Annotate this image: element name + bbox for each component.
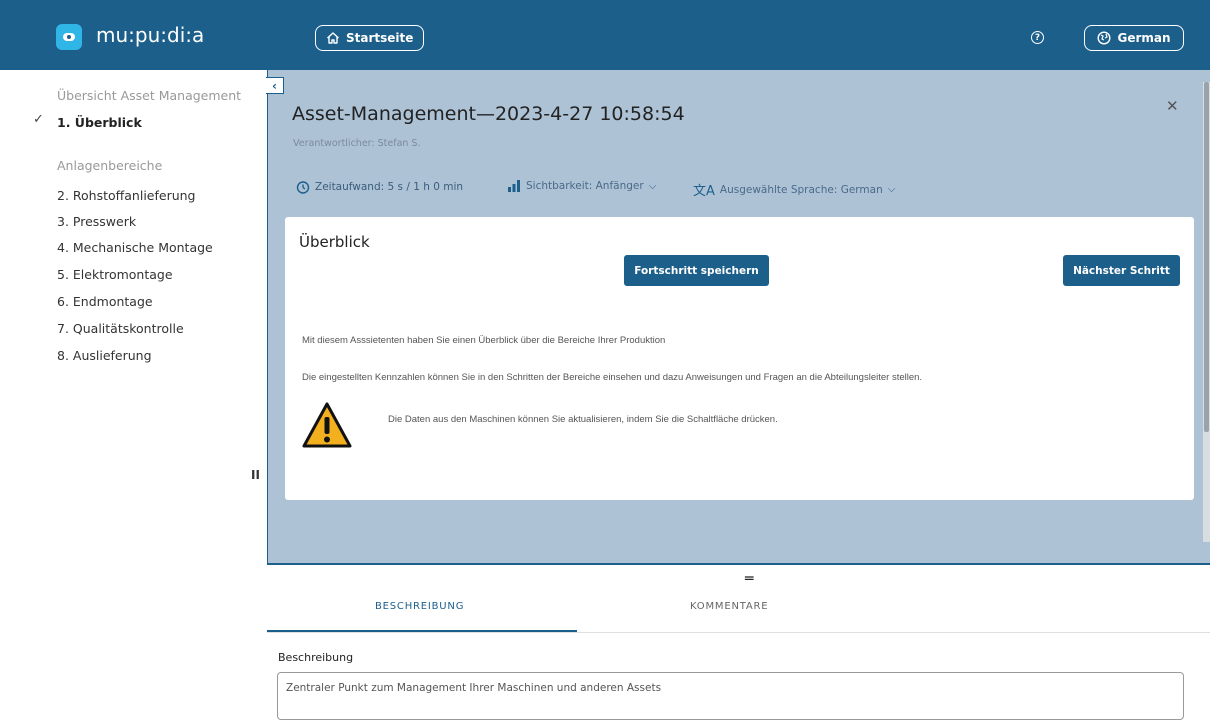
intro-text: Mit diesem Asssietenten haben Sie einen … — [302, 335, 666, 346]
visibility-dropdown[interactable]: Sichtbarkeit: Anfänger ⌵ — [507, 180, 656, 192]
tab-divider — [267, 632, 1210, 633]
language-dropdown[interactable]: 文A Ausgewählte Sprache: German ⌵ — [693, 180, 896, 200]
sidebar-item-presswerk[interactable]: 3. Presswerk — [57, 214, 136, 229]
brand-name[interactable]: mu:pu:di:a — [96, 23, 204, 47]
time-effort-label: Zeitaufwand: 5 s / 1 h 0 min — [315, 181, 464, 193]
chevron-down-icon: ⌵ — [648, 180, 657, 192]
help-icon[interactable]: ? — [1031, 31, 1044, 44]
language-label: German — [1117, 31, 1171, 45]
scrollbar-thumb[interactable] — [1204, 82, 1209, 432]
home-icon — [327, 32, 339, 44]
timer-icon — [296, 181, 310, 194]
top-bar: mu:pu:di:a Startseite ? German — [0, 0, 1210, 70]
sidebar-item-elektromontage[interactable]: 5. Elektromontage — [57, 267, 173, 282]
home-label: Startseite — [346, 31, 414, 45]
language-button[interactable]: German — [1084, 25, 1184, 51]
visibility-label: Sichtbarkeit: Anfänger — [526, 180, 644, 192]
warning-icon — [302, 402, 352, 448]
sidebar-section-label: Anlagenbereiche — [57, 158, 163, 173]
translate-icon: 文A — [693, 184, 715, 199]
next-step-button[interactable]: Nächster Schritt — [1063, 255, 1180, 286]
home-button[interactable]: Startseite — [315, 25, 425, 51]
card-heading: Überblick — [299, 233, 370, 251]
signal-bars-icon — [508, 180, 520, 192]
sidebar-item-qualitaetskontrolle[interactable]: 7. Qualitätskontrolle — [57, 321, 184, 336]
split-divider — [267, 563, 1210, 565]
machine-data-text: Die Daten aus den Maschinen können Sie a… — [388, 414, 778, 425]
sidebar: Übersicht Asset Management ✓ 1. Überblic… — [0, 70, 264, 713]
sidebar-resize-handle[interactable]: II — [251, 468, 260, 482]
selected-language-label: Ausgewählte Sprache: German — [719, 183, 883, 196]
sidebar-item-endmontage[interactable]: 6. Endmontage — [57, 294, 153, 309]
kpi-text: Die eingestellten Kennzahlen können Sie … — [302, 372, 923, 383]
tab-description[interactable]: BESCHREIBUNG — [375, 601, 464, 612]
sidebar-item-mechanische-montage[interactable]: 4. Mechanische Montage — [57, 240, 213, 255]
chevron-down-icon: ⌵ — [887, 184, 896, 195]
description-label: Beschreibung — [278, 651, 354, 664]
panel-resize-handle[interactable]: ═ — [745, 571, 753, 587]
close-icon[interactable]: ✕ — [1166, 97, 1179, 115]
chevron-left-icon: ‹ — [272, 78, 277, 93]
sidebar-item-overview[interactable]: 1. Überblick — [57, 115, 142, 130]
responsible-person: Verantwortlicher: Stefan S. — [293, 138, 421, 149]
sidebar-item-rohstoffanlieferung[interactable]: 2. Rohstoffanlieferung — [57, 188, 196, 203]
globe-icon — [1097, 31, 1111, 45]
page-title: Asset-Management—2023-4-27 10:58:54 — [292, 103, 685, 125]
sidebar-overview-link[interactable]: Übersicht Asset Management — [57, 88, 241, 103]
collapse-sidebar-button[interactable]: ‹ — [266, 77, 284, 94]
tab-comments[interactable]: KOMMENTARE — [690, 601, 768, 612]
sidebar-item-auslieferung[interactable]: 8. Auslieferung — [57, 348, 152, 363]
logo-icon[interactable] — [56, 24, 82, 50]
overview-card: Überblick Fortschritt speichern Nächster… — [285, 217, 1194, 500]
save-progress-button[interactable]: Fortschritt speichern — [624, 255, 769, 286]
time-effort: Zeitaufwand: 5 s / 1 h 0 min — [296, 180, 463, 194]
check-icon: ✓ — [33, 112, 44, 127]
